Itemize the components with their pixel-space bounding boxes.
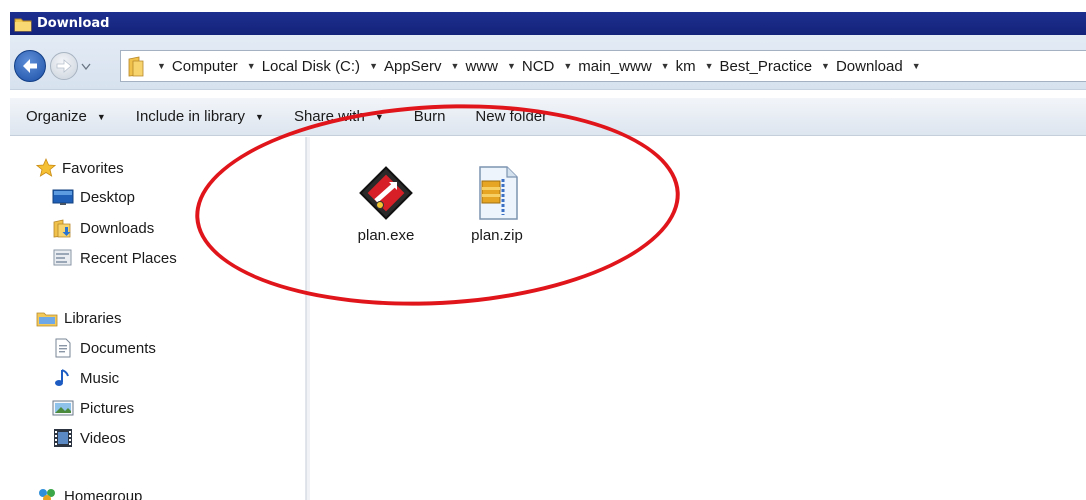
breadcrumb-separator-icon[interactable]: ▼ [247, 61, 256, 71]
music-note-icon [55, 369, 69, 386]
breadcrumb-separator-icon[interactable]: ▼ [157, 61, 166, 71]
nav-label: Videos [80, 429, 126, 447]
exe-app-icon [359, 166, 413, 220]
nav-label: Downloads [80, 219, 155, 237]
nav-favorites[interactable]: Favorites [36, 158, 124, 178]
share-with-button[interactable]: Share with ▼ [294, 108, 384, 125]
share-with-label: Share with [293, 108, 365, 125]
nav-label: Libraries [64, 309, 122, 327]
breadcrumb-separator-icon[interactable]: ▼ [661, 61, 670, 71]
pane-splitter[interactable] [306, 137, 310, 500]
breadcrumb-separator-icon[interactable]: ▼ [821, 61, 830, 71]
breadcrumb-best-practice[interactable]: ▼ Best_Practice [705, 58, 812, 75]
recent-places-icon [53, 249, 72, 266]
breadcrumb-label: Local Disk (C:) [261, 57, 361, 75]
breadcrumb-local-disk[interactable]: ▼ Local Disk (C:) [247, 58, 360, 75]
nav-label: Music [80, 369, 120, 387]
breadcrumb-label: Best_Practice [719, 57, 813, 75]
arrow-right-icon [56, 59, 72, 73]
forward-button[interactable] [50, 52, 78, 80]
downloads-folder-icon [53, 219, 71, 238]
breadcrumb-label: main_www [578, 57, 652, 75]
address-row: ▼ Computer ▼ Local Disk (C:) ▼ AppServ ▼ www… [10, 35, 1086, 90]
folder-icon [14, 18, 32, 31]
pictures-icon [52, 400, 74, 416]
breadcrumb-www[interactable]: ▼ www [451, 58, 498, 75]
breadcrumb-separator-icon[interactable]: ▼ [705, 61, 714, 71]
file-name: plan.exe [357, 227, 415, 244]
star-icon [36, 158, 56, 177]
navigation-pane: Favorites Desktop Downloads Recent Place… [10, 137, 306, 500]
burn-button[interactable]: Burn [414, 108, 446, 125]
breadcrumb-separator-icon[interactable]: ▼ [507, 61, 516, 71]
nav-label: Desktop [80, 188, 136, 206]
include-in-library-label: Include in library [135, 108, 246, 125]
breadcrumb-label: AppServ [383, 57, 442, 75]
breadcrumb-label: NCD [521, 57, 555, 75]
zip-archive-icon [479, 166, 518, 220]
breadcrumb-label: www [465, 57, 498, 75]
nav-label: Recent Places [80, 249, 177, 267]
desktop-icon [52, 189, 74, 205]
file-item-plan-exe[interactable]: plan.exe [341, 163, 431, 244]
nav-libraries[interactable]: Libraries [36, 308, 122, 328]
breadcrumb-label: km [675, 57, 696, 75]
nav-label: Documents [80, 339, 156, 357]
chevron-down-icon: ▼ [255, 111, 264, 122]
breadcrumb-label: Download [835, 57, 903, 75]
back-button[interactable] [14, 50, 46, 82]
film-icon [54, 429, 72, 447]
nav-homegroup[interactable]: Homegroup [36, 486, 142, 500]
breadcrumb-separator-icon[interactable]: ▼ [451, 61, 460, 71]
breadcrumb-label: Computer [171, 57, 238, 75]
breadcrumb-separator-icon[interactable]: ▼ [369, 61, 378, 71]
homegroup-icon [39, 489, 55, 500]
nav-documents[interactable]: Documents [52, 338, 156, 358]
organize-button[interactable]: Organize ▼ [26, 108, 106, 125]
breadcrumb-appserv[interactable]: ▼ AppServ [369, 58, 441, 75]
file-list-area: plan.exe plan.zip [311, 137, 1086, 500]
recent-pages-dropdown[interactable] [80, 61, 92, 71]
breadcrumb-download[interactable]: ▼ Download [821, 58, 903, 75]
nav-label: Pictures [80, 399, 135, 417]
title-bar: Download [10, 12, 1086, 35]
breadcrumb-separator-icon[interactable]: ▼ [563, 61, 572, 71]
new-folder-label: New folder [475, 108, 548, 125]
chevron-down-icon: ▼ [374, 111, 384, 122]
arrow-left-icon [23, 59, 37, 73]
file-item-plan-zip[interactable]: plan.zip [452, 163, 542, 244]
breadcrumb-computer[interactable]: ▼ Computer [157, 58, 238, 75]
nav-downloads[interactable]: Downloads [52, 218, 154, 238]
folder-icon [128, 56, 144, 77]
nav-desktop[interactable]: Desktop [52, 188, 135, 206]
breadcrumb-more[interactable]: ▼ [912, 61, 927, 71]
breadcrumb-ncd[interactable]: ▼ NCD [507, 58, 554, 75]
nav-pictures[interactable]: Pictures [52, 398, 134, 418]
nav-label: Homegroup [64, 487, 143, 500]
nav-music[interactable]: Music [52, 368, 119, 388]
chevron-down-icon: ▼ [96, 111, 106, 122]
organize-label: Organize [26, 108, 87, 125]
documents-icon [55, 338, 71, 358]
nav-videos[interactable]: Videos [52, 428, 126, 448]
chevron-down-icon [81, 63, 91, 70]
nav-recent-places[interactable]: Recent Places [52, 248, 177, 268]
breadcrumb-km[interactable]: ▼ km [661, 58, 696, 75]
nav-label: Favorites [62, 159, 124, 177]
address-bar[interactable]: ▼ Computer ▼ Local Disk (C:) ▼ AppServ ▼ www… [120, 50, 1086, 82]
include-in-library-button[interactable]: Include in library ▼ [136, 108, 264, 125]
burn-label: Burn [413, 108, 446, 125]
file-name: plan.zip [471, 227, 523, 244]
breadcrumb-separator-icon[interactable]: ▼ [912, 61, 921, 71]
breadcrumb-main-www[interactable]: ▼ main_www [563, 58, 651, 75]
new-folder-button[interactable]: New folder [475, 108, 547, 125]
window-title: Download [37, 16, 110, 31]
libraries-icon [36, 312, 58, 327]
command-bar: Organize ▼ Include in library ▼ Share with… [10, 98, 1086, 136]
